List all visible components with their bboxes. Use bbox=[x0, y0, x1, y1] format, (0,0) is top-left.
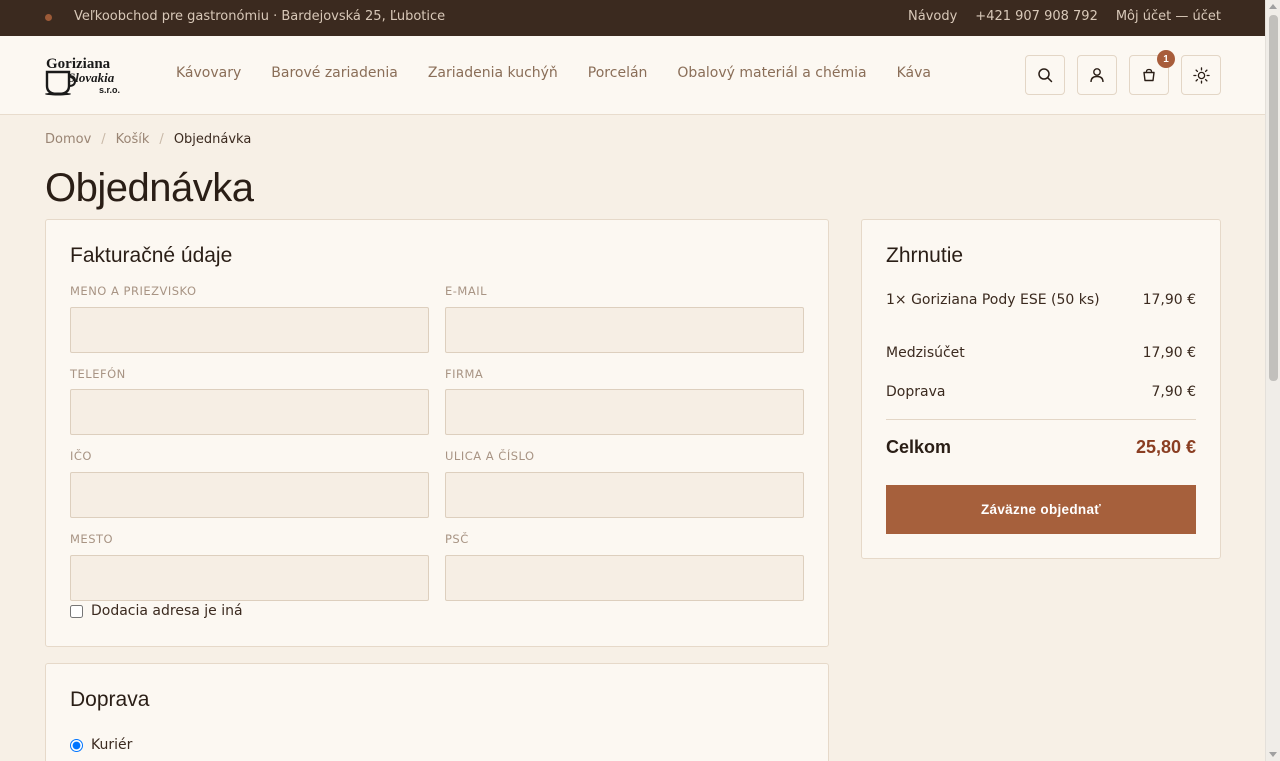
summary-title: Zhrnutie bbox=[886, 244, 964, 267]
logo-line2: Slovakia bbox=[68, 70, 115, 85]
subtotal-label: Medzisúčet bbox=[886, 345, 965, 361]
nav-item-barove-zariadenia[interactable]: Barové zariadenia bbox=[271, 65, 398, 81]
street-input[interactable] bbox=[445, 472, 804, 518]
shipping-card: Doprava Kuriér bbox=[45, 663, 829, 761]
summary-item-price: 17,90 € bbox=[1142, 292, 1196, 308]
page-title: Objednávka bbox=[45, 166, 254, 210]
breadcrumb-separator: / bbox=[159, 132, 164, 147]
scroll-thumb[interactable] bbox=[1269, 15, 1278, 381]
store-address: Veľkoobchod pre gastronómiu · Bardejovsk… bbox=[74, 9, 446, 24]
subtotal-value: 17,90 € bbox=[1142, 345, 1196, 361]
search-icon bbox=[1038, 68, 1053, 83]
guides-link[interactable]: Návody bbox=[908, 9, 957, 24]
scroll-up-arrow-icon[interactable] bbox=[1269, 4, 1277, 9]
ico-label: IČO bbox=[70, 449, 92, 463]
city-input[interactable] bbox=[70, 555, 429, 601]
total-row: Celkom 25,80 € bbox=[886, 437, 1196, 458]
nav-item-porcelan[interactable]: Porcelán bbox=[588, 65, 648, 81]
sun-icon bbox=[1192, 66, 1210, 84]
phone-label: Telefón bbox=[70, 367, 126, 381]
site-header: Goriziana Slovakia s.r.o. Kávovary Barov… bbox=[0, 36, 1265, 115]
bullet-icon bbox=[45, 14, 52, 21]
account-link[interactable]: Môj účet — účet bbox=[1116, 9, 1221, 24]
different-delivery-row[interactable]: Dodacia adresa je iná bbox=[70, 603, 243, 619]
shipping-option-courier[interactable]: Kuriér bbox=[70, 737, 132, 753]
nav-item-zariadenia-kuchyn[interactable]: Zariadenia kuchýň bbox=[428, 65, 558, 81]
scroll-down-arrow-icon[interactable] bbox=[1269, 752, 1277, 757]
summary-card: Zhrnutie 1× Goriziana Pody ESE (50 ks) 1… bbox=[861, 219, 1221, 559]
zip-input[interactable] bbox=[445, 555, 804, 601]
breadcrumb-current: Objednávka bbox=[173, 132, 252, 147]
total-value: 25,80 € bbox=[1135, 437, 1196, 457]
total-label: Celkom bbox=[886, 437, 952, 457]
cart-button[interactable]: 1 bbox=[1129, 50, 1175, 95]
cart-icon bbox=[1143, 68, 1155, 82]
name-input[interactable] bbox=[70, 307, 429, 353]
breadcrumb-home[interactable]: Domov bbox=[45, 132, 91, 147]
billing-title: Fakturačné údaje bbox=[70, 244, 233, 267]
breadcrumb: Domov / Košík / Objednávka bbox=[45, 132, 251, 147]
phone-input[interactable] bbox=[70, 389, 429, 435]
nav-item-obalovy-material[interactable]: Obalový materiál a chémia bbox=[677, 65, 866, 81]
breadcrumb-separator: / bbox=[101, 132, 106, 147]
goriziana-logo[interactable]: Goriziana Slovakia s.r.o. bbox=[44, 54, 130, 96]
billing-card: Fakturačné údaje Meno a priezvisko E-mai… bbox=[45, 219, 829, 647]
name-label: Meno a priezvisko bbox=[70, 284, 197, 298]
ico-input[interactable] bbox=[70, 472, 429, 518]
breadcrumb-cart[interactable]: Košík bbox=[116, 132, 150, 147]
search-button[interactable] bbox=[1025, 55, 1065, 95]
different-delivery-checkbox[interactable] bbox=[70, 604, 83, 618]
phone-link[interactable]: +421 907 908 792 bbox=[975, 9, 1098, 24]
top-links: Návody +421 907 908 792 Môj účet — účet bbox=[908, 9, 1221, 24]
city-label: Mesto bbox=[70, 532, 114, 546]
main-nav: Kávovary Barové zariadenia Zariadenia ku… bbox=[176, 65, 931, 81]
delivery-row: Doprava 7,90 € bbox=[886, 384, 1196, 400]
courier-radio[interactable] bbox=[70, 738, 83, 752]
delivery-label: Doprava bbox=[886, 384, 946, 400]
summary-item-label: 1× Goriziana Pody ESE (50 ks) bbox=[886, 292, 1100, 308]
company-label: Firma bbox=[445, 367, 484, 381]
cart-count-badge: 1 bbox=[1157, 50, 1175, 68]
subtotal-row: Medzisúčet 17,90 € bbox=[886, 345, 1196, 361]
account-button[interactable] bbox=[1077, 55, 1117, 95]
logo-line3: s.r.o. bbox=[99, 85, 120, 95]
delivery-value: 7,90 € bbox=[1151, 384, 1196, 400]
zip-label: PSČ bbox=[445, 532, 469, 546]
user-icon bbox=[1090, 68, 1104, 83]
summary-divider bbox=[886, 419, 1196, 420]
summary-item-row: 1× Goriziana Pody ESE (50 ks) 17,90 € bbox=[886, 292, 1196, 308]
top-info-bar: Veľkoobchod pre gastronómiu · Bardejovsk… bbox=[0, 0, 1265, 36]
company-input[interactable] bbox=[445, 389, 804, 435]
place-order-button[interactable]: Záväzne objednať bbox=[886, 485, 1196, 534]
email-input[interactable] bbox=[445, 307, 804, 353]
nav-item-kava[interactable]: Káva bbox=[897, 65, 931, 81]
email-label: E-mail bbox=[445, 284, 488, 298]
different-delivery-label: Dodacia adresa je iná bbox=[91, 603, 243, 619]
theme-toggle-button[interactable] bbox=[1181, 55, 1221, 95]
street-label: Ulica a číslo bbox=[445, 449, 535, 463]
shipping-title: Doprava bbox=[70, 688, 150, 711]
nav-item-kavovary[interactable]: Kávovary bbox=[176, 65, 241, 81]
page-scrollbar[interactable] bbox=[1265, 0, 1280, 761]
courier-label: Kuriér bbox=[91, 737, 133, 753]
